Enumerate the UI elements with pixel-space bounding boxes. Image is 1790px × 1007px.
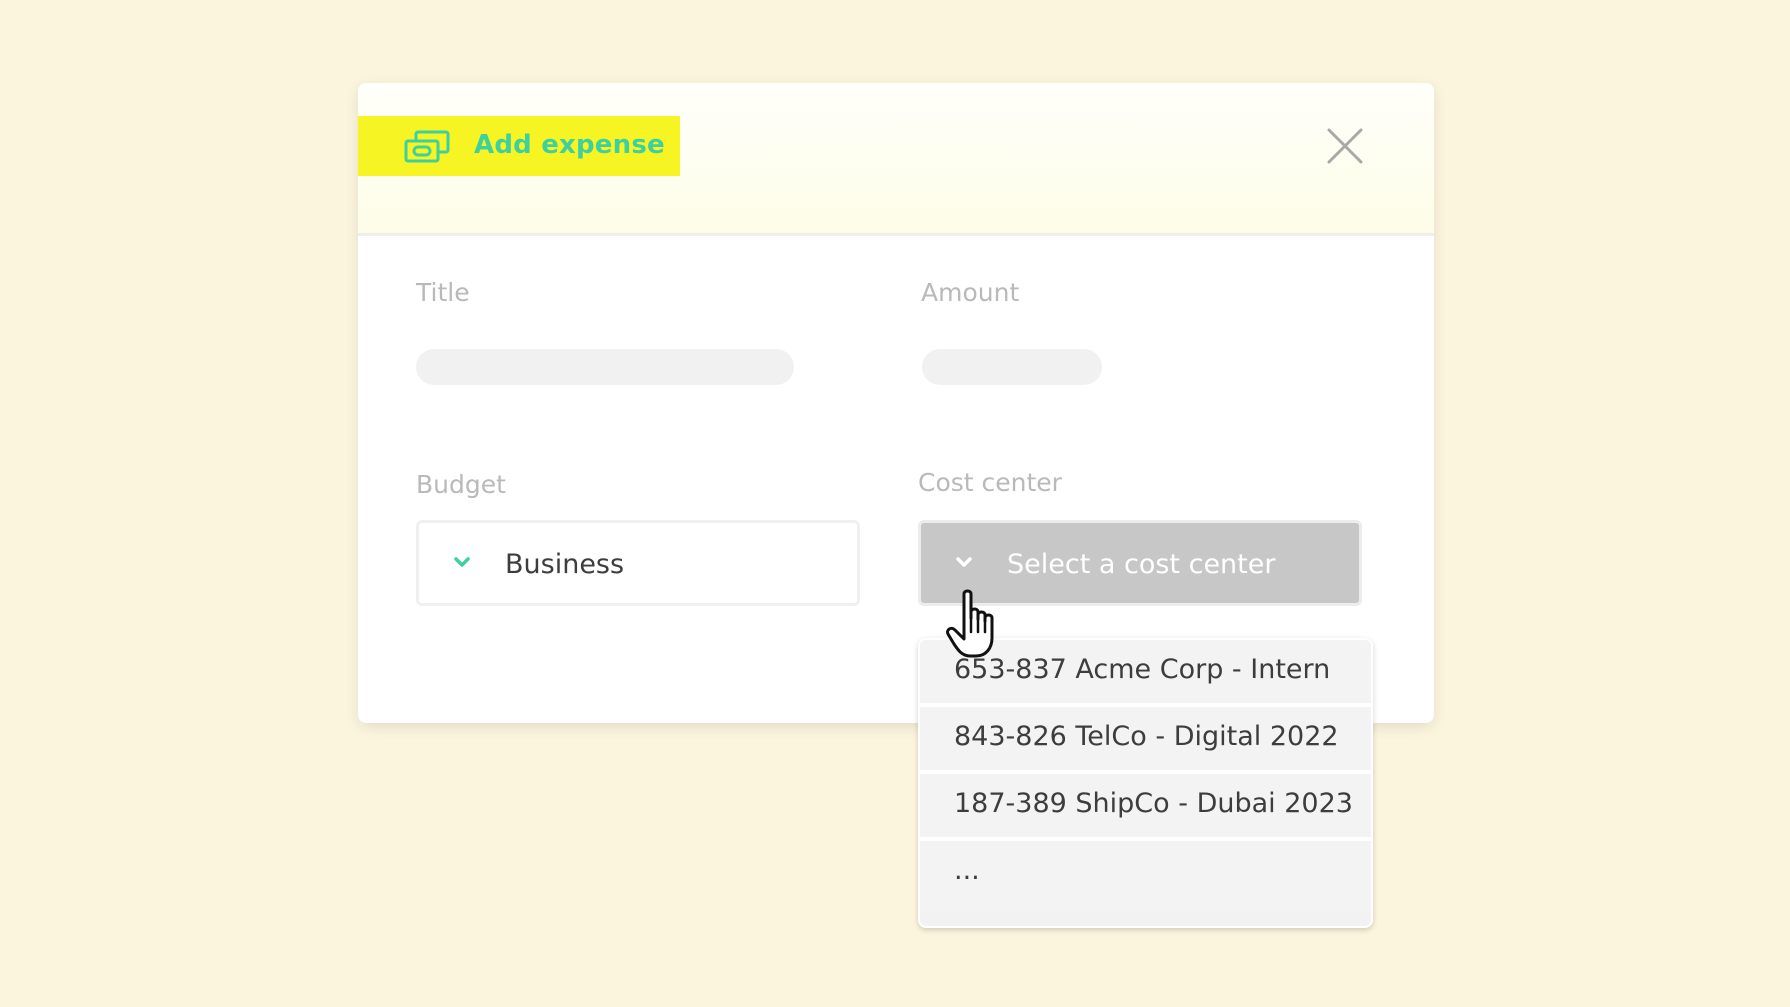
amount-input[interactable] — [922, 349, 1102, 385]
dropdown-option[interactable]: 843-826 TelCo - Digital 2022 — [920, 707, 1371, 774]
add-expense-modal: Add expense Title Amount Budget Business… — [358, 83, 1434, 723]
modal-title: Add expense — [474, 130, 665, 160]
close-icon[interactable] — [1324, 125, 1366, 167]
dropdown-option-more[interactable]: ... — [920, 841, 1371, 913]
cost-center-label: Cost center — [918, 468, 1062, 497]
chevron-down-icon — [956, 557, 972, 567]
budget-select-value: Business — [505, 549, 625, 580]
hand-pointer-icon — [946, 589, 994, 658]
modal-header: Add expense — [358, 83, 1434, 236]
modal-title-badge: Add expense — [358, 116, 680, 176]
budget-label: Budget — [416, 470, 506, 499]
title-label: Title — [416, 278, 470, 307]
chevron-down-icon — [454, 557, 470, 567]
title-input[interactable] — [416, 349, 794, 385]
dropdown-option[interactable]: 187-389 ShipCo - Dubai 2023 — [920, 774, 1371, 841]
budget-select[interactable]: Business — [416, 520, 860, 606]
money-icon — [404, 130, 450, 163]
amount-label: Amount — [921, 278, 1020, 307]
cost-center-dropdown: 653-837 Acme Corp - Intern 843-826 TelCo… — [918, 638, 1373, 928]
cost-center-placeholder: Select a cost center — [1007, 549, 1276, 580]
